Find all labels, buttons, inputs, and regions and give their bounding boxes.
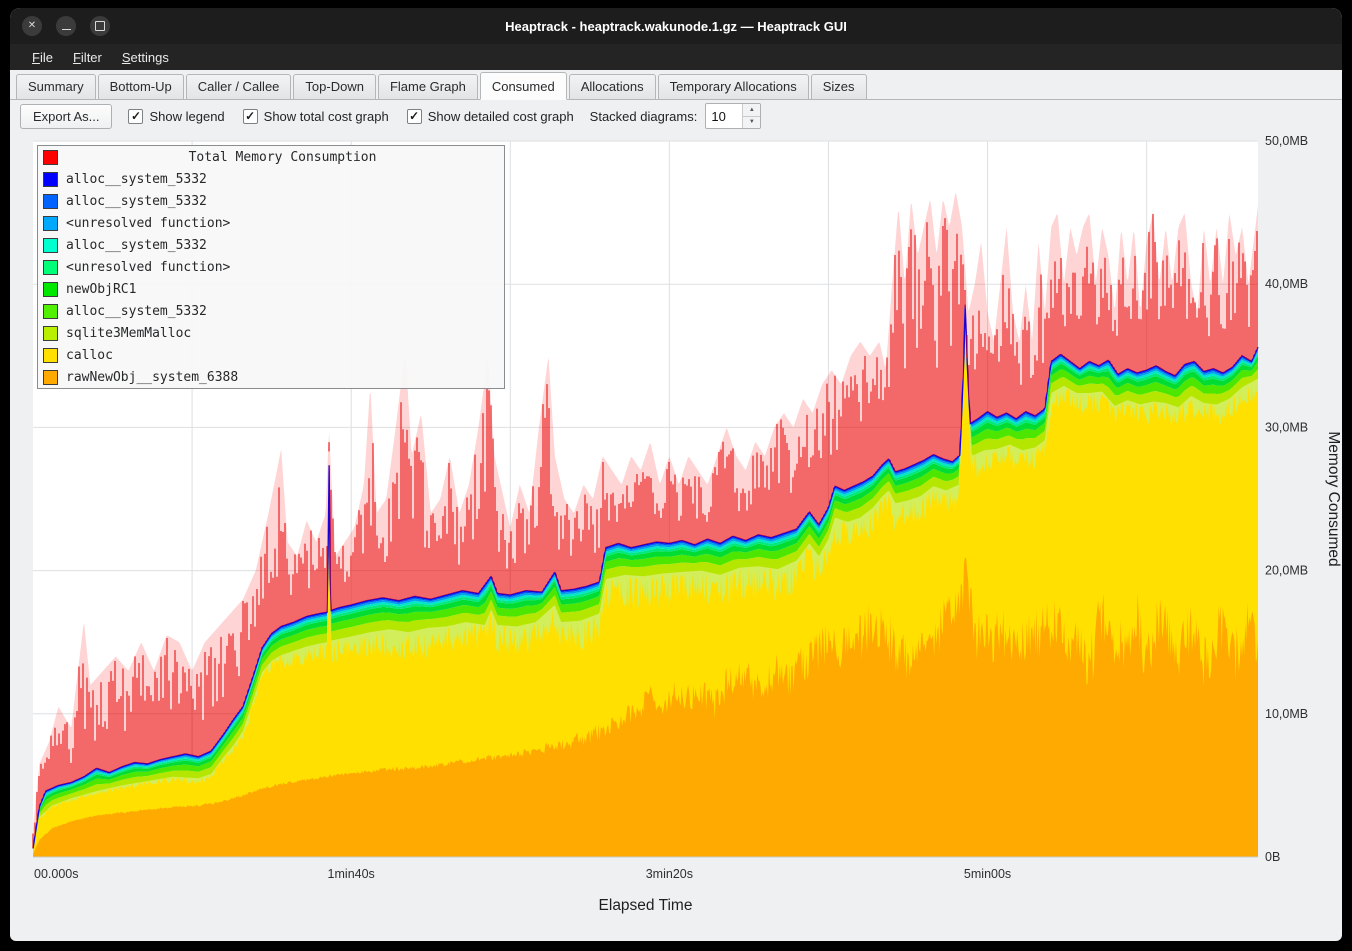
svg-text:50,0MB: 50,0MB	[1265, 134, 1308, 148]
svg-text:20,0MB: 20,0MB	[1265, 564, 1308, 578]
titlebar: ✕ Heaptrack - heaptrack.wakunode.1.gz — …	[10, 8, 1342, 44]
close-icon: ✕	[28, 21, 36, 31]
svg-text:0B: 0B	[1265, 850, 1280, 864]
menubar: FileFilterSettings	[10, 44, 1342, 70]
checkbox-label: Show legend	[149, 109, 224, 124]
legend-label: calloc	[66, 348, 113, 363]
tab-allocations[interactable]: Allocations	[569, 74, 656, 100]
legend-label: <unresolved function>	[66, 260, 230, 275]
legend-item: <unresolved function>	[38, 256, 504, 278]
legend-title-row: Total Memory Consumption	[38, 146, 504, 168]
spin-up-button[interactable]: ▲	[743, 104, 760, 117]
legend-item: <unresolved function>	[38, 212, 504, 234]
arrow-down-icon: ▼	[749, 119, 755, 125]
minimize-icon	[62, 29, 71, 30]
chart-area[interactable]: 0B 10,0MB 20,0MB 30,0MB 40,0MB 50,0MB 00.000s 1…	[10, 132, 1342, 941]
legend-swatch	[43, 216, 58, 231]
legend-title: Total Memory Consumption	[66, 150, 499, 165]
tab-caller-callee[interactable]: Caller / Callee	[186, 74, 292, 100]
svg-text:00.000s: 00.000s	[34, 867, 78, 881]
checkbox-show-total-cost-graph[interactable]: ✓ Show total cost graph	[243, 109, 389, 124]
stacked-diagrams-label: Stacked diagrams:	[590, 109, 698, 124]
toolbar-checkboxes: ✓ Show legend ✓ Show total cost graph ✓ Show …	[128, 109, 573, 124]
tab-consumed[interactable]: Consumed	[480, 72, 567, 100]
x-axis-title: Elapsed Time	[599, 897, 693, 914]
legend-swatch	[43, 194, 58, 209]
tab-temporary-allocations[interactable]: Temporary Allocations	[658, 74, 809, 100]
svg-text:3min20s: 3min20s	[646, 867, 693, 881]
tab-summary[interactable]: Summary	[16, 74, 96, 100]
stacked-diagrams-group: Stacked diagrams: 10 ▲ ▼	[590, 103, 762, 129]
y-tick-labels: 0B 10,0MB 20,0MB 30,0MB 40,0MB 50,0MB	[1265, 134, 1308, 864]
legend-label: <unresolved function>	[66, 216, 230, 231]
checkbox-label: Show total cost graph	[264, 109, 389, 124]
legend-item: newObjRC1	[38, 278, 504, 300]
toolbar: Export As... ✓ Show legend ✓ Show total cos…	[10, 100, 1342, 132]
checkbox-show-legend[interactable]: ✓ Show legend	[128, 109, 224, 124]
legend-swatch	[43, 348, 58, 363]
legend-item: alloc__system_5332	[38, 190, 504, 212]
svg-text:5min00s: 5min00s	[964, 867, 1011, 881]
legend-swatch	[43, 150, 58, 165]
tab-flame-graph[interactable]: Flame Graph	[378, 74, 478, 100]
legend-swatch	[43, 370, 58, 385]
svg-text:30,0MB: 30,0MB	[1265, 420, 1308, 434]
legend-swatch	[43, 326, 58, 341]
tab-bottom-up[interactable]: Bottom-Up	[98, 74, 184, 100]
spin-buttons: ▲ ▼	[742, 104, 760, 128]
legend-label: alloc__system_5332	[66, 194, 207, 209]
legend-swatch	[43, 172, 58, 187]
legend-item: alloc__system_5332	[38, 168, 504, 190]
legend-item: calloc	[38, 344, 504, 366]
spin-down-button[interactable]: ▼	[743, 117, 760, 129]
checkbox-box: ✓	[407, 109, 422, 124]
close-button[interactable]: ✕	[22, 16, 42, 36]
y-axis-title: Memory Consumed	[1325, 431, 1342, 566]
legend-swatch	[43, 260, 58, 275]
legend-label: alloc__system_5332	[66, 172, 207, 187]
maximize-button[interactable]	[90, 16, 110, 36]
svg-text:10,0MB: 10,0MB	[1265, 707, 1308, 721]
menu-filter[interactable]: Filter	[63, 47, 112, 68]
legend-item: alloc__system_5332	[38, 234, 504, 256]
menu-file[interactable]: File	[22, 47, 63, 68]
legend-label: alloc__system_5332	[66, 304, 207, 319]
stacked-diagrams-spinbox[interactable]: 10 ▲ ▼	[705, 103, 761, 129]
legend-swatch	[43, 282, 58, 297]
checkbox-box: ✓	[128, 109, 143, 124]
menu-settings[interactable]: Settings	[112, 47, 179, 68]
tab-sizes[interactable]: Sizes	[811, 74, 867, 100]
tabbar: SummaryBottom-UpCaller / CalleeTop-DownF…	[10, 70, 1342, 100]
window-title: Heaptrack - heaptrack.wakunode.1.gz — He…	[505, 19, 847, 34]
checkbox-show-detailed-cost-graph[interactable]: ✓ Show detailed cost graph	[407, 109, 574, 124]
arrow-up-icon: ▲	[749, 107, 755, 113]
legend-item: sqlite3MemMalloc	[38, 322, 504, 344]
svg-text:40,0MB: 40,0MB	[1265, 277, 1308, 291]
legend-label: alloc__system_5332	[66, 238, 207, 253]
tab-top-down[interactable]: Top-Down	[293, 74, 376, 100]
minimize-button[interactable]	[56, 16, 76, 36]
legend-swatch	[43, 238, 58, 253]
checkbox-label: Show detailed cost graph	[428, 109, 574, 124]
checkbox-box: ✓	[243, 109, 258, 124]
maximize-icon	[95, 21, 105, 31]
legend-item: rawNewObj__system_6388	[38, 366, 504, 388]
app-window: ✕ Heaptrack - heaptrack.wakunode.1.gz — …	[10, 8, 1342, 941]
export-as-button[interactable]: Export As...	[20, 104, 112, 129]
stacked-diagrams-value[interactable]: 10	[706, 104, 742, 128]
svg-text:1min40s: 1min40s	[328, 867, 375, 881]
legend-item: alloc__system_5332	[38, 300, 504, 322]
chart-legend: Total Memory Consumption alloc__system_53…	[37, 145, 505, 389]
window-controls: ✕	[22, 8, 110, 44]
legend-swatch	[43, 304, 58, 319]
legend-label: sqlite3MemMalloc	[66, 326, 191, 341]
legend-label: rawNewObj__system_6388	[66, 370, 238, 385]
x-tick-labels: 00.000s 1min40s 3min20s 5min00s	[34, 867, 1011, 881]
legend-label: newObjRC1	[66, 282, 136, 297]
